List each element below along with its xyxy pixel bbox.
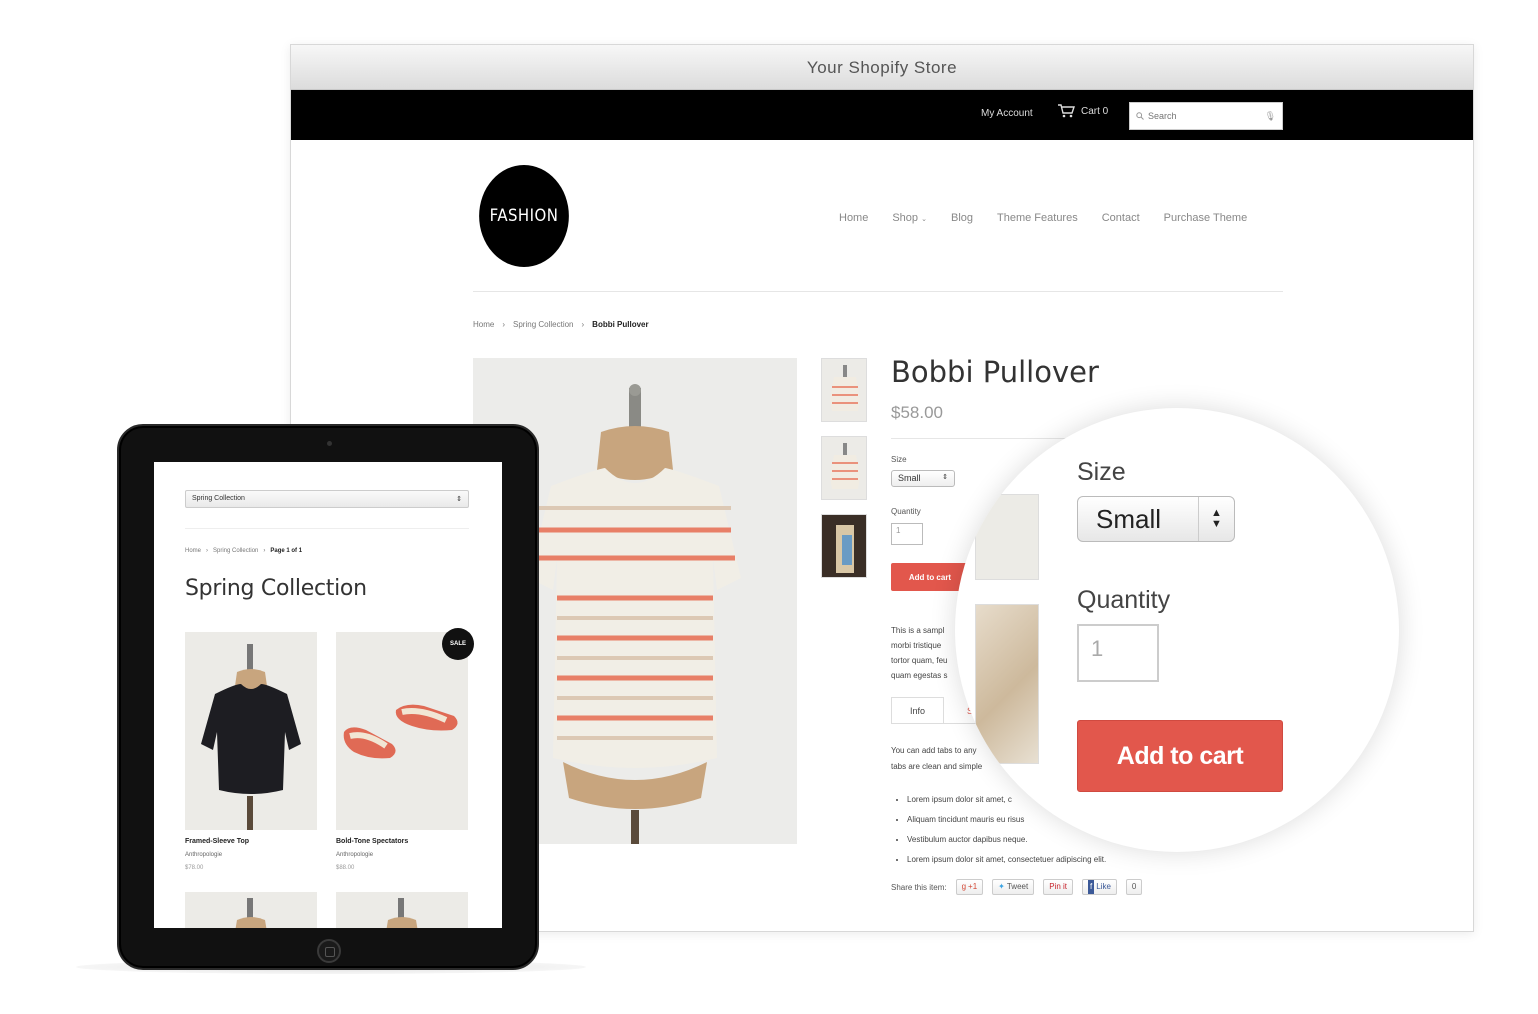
google-plus-icon: g [961, 882, 967, 891]
breadcrumb-separator: › [581, 320, 585, 329]
share-label: Share this item: [891, 882, 947, 892]
cart-icon [1057, 104, 1075, 118]
quantity-input[interactable]: 1 [891, 523, 923, 545]
quantity-label: Quantity [891, 507, 921, 516]
size-label: Size [891, 455, 907, 464]
google-plus-button[interactable]: g +1 [955, 879, 984, 895]
product-price: $58.00 [891, 403, 943, 422]
google-plus-label: +1 [968, 882, 978, 891]
tablet-divider [185, 528, 469, 529]
nav-shop-label: Shop [892, 212, 919, 224]
cart-link[interactable]: Cart 0 [1057, 104, 1108, 118]
nav-contact[interactable]: Contact [1102, 212, 1140, 224]
breadcrumb-collection[interactable]: Spring Collection [513, 320, 573, 329]
tab-info[interactable]: Info [891, 697, 945, 723]
pinterest-label: Pin it [1049, 882, 1067, 891]
collection-select[interactable]: Spring Collection ⇕ [185, 490, 469, 508]
facebook-like-button[interactable]: f Like [1082, 879, 1117, 895]
add-to-cart-button[interactable]: Add to cart [891, 563, 969, 591]
zoom-add-to-cart-button[interactable]: Add to cart [1077, 720, 1283, 792]
product-title: Bobbi Pullover [891, 355, 1099, 389]
tablet-breadcrumb: Home › Spring Collection › Page 1 of 1 [185, 548, 302, 554]
list-item: Lorem ipsum dolor sit amet, consectetuer… [907, 850, 1106, 870]
product-name[interactable]: Framed-Sleeve Top [185, 838, 249, 845]
description-line: quam egestas s [891, 671, 948, 680]
my-account-link[interactable]: My Account [981, 108, 1033, 119]
home-button[interactable] [317, 939, 341, 963]
product-card-image[interactable] [185, 892, 317, 928]
header-divider [473, 291, 1283, 292]
window-title: Your Shopify Store [291, 45, 1473, 90]
zoom-magnifier: Size Small ▲ ▼ Quantity 1 Add to cart [955, 408, 1399, 852]
size-select-value: Small [898, 473, 921, 483]
cart-label: Cart 0 [1081, 105, 1109, 117]
zoom-quantity-input[interactable]: 1 [1077, 624, 1159, 682]
tweet-button[interactable]: ✦ Tweet [992, 879, 1035, 895]
product-thumbnail[interactable] [821, 358, 867, 422]
product-price: $88.00 [336, 865, 355, 871]
sale-badge: SALE [442, 628, 474, 660]
nav-blog[interactable]: Blog [951, 212, 973, 224]
nav-theme-features[interactable]: Theme Features [997, 212, 1078, 224]
select-arrows-icon: ⇕ [942, 474, 948, 481]
zoom-size-value: Small [1096, 503, 1162, 534]
microphone-icon[interactable]: 🎙 [1265, 111, 1276, 122]
breadcrumb-separator: › [502, 320, 506, 329]
breadcrumb-collection[interactable]: Spring Collection [213, 548, 258, 554]
magnified-thumbnail [975, 494, 1039, 580]
list-item: Vestibulum auctor dapibus neque. [907, 830, 1106, 850]
chevron-down-icon: ⌄ [921, 216, 927, 223]
magnified-thumbnail [975, 604, 1039, 764]
camera-icon [327, 441, 332, 446]
product-card-image[interactable] [185, 632, 317, 830]
nav-purchase-theme[interactable]: Purchase Theme [1164, 212, 1248, 224]
product-name[interactable]: Bold-Tone Spectators [336, 838, 408, 845]
pinterest-button[interactable]: Pin it [1043, 879, 1073, 895]
product-brand: Anthropologie [336, 852, 374, 858]
zoom-size-select[interactable]: Small ▲ ▼ [1077, 496, 1235, 542]
twitter-bird-icon: ✦ [998, 882, 1005, 891]
product-thumbnail[interactable] [821, 514, 867, 578]
search-box[interactable]: 🎙 [1129, 102, 1283, 130]
main-navigation: Home Shop ⌄ Blog Theme Features Contact … [839, 212, 1247, 224]
size-select[interactable]: Small ⇕ [891, 470, 955, 487]
zoom-size-label: Size [1077, 458, 1126, 486]
select-arrows-icon: ▲ ▼ [1198, 497, 1234, 541]
store-logo[interactable]: FASHION [479, 165, 569, 267]
like-label: Like [1096, 882, 1111, 891]
breadcrumb-separator: › [206, 548, 209, 554]
tweet-label: Tweet [1006, 882, 1029, 891]
collection-select-value: Spring Collection [192, 495, 245, 502]
product-card-image[interactable] [336, 892, 468, 928]
tablet-screen: Spring Collection ⇕ Home › Spring Collec… [154, 462, 502, 928]
breadcrumb-home[interactable]: Home [185, 548, 201, 554]
product-brand: Anthropologie [185, 852, 223, 858]
search-input[interactable] [1148, 111, 1248, 121]
product-thumbnail[interactable] [821, 436, 867, 500]
search-icon [1136, 107, 1144, 125]
share-bar: Share this item: g +1 ✦ Tweet Pin it f Like… [891, 879, 1143, 895]
nav-shop[interactable]: Shop ⌄ [892, 212, 927, 224]
facebook-icon: f [1088, 880, 1095, 894]
tablet-device: Spring Collection ⇕ Home › Spring Collec… [117, 424, 539, 970]
breadcrumb-separator: › [263, 548, 266, 554]
product-price: $78.00 [185, 865, 204, 871]
breadcrumb: Home › Spring Collection › Bobbi Pullove… [473, 320, 649, 329]
breadcrumb-current: Page 1 of 1 [270, 548, 303, 554]
breadcrumb-home[interactable]: Home [473, 320, 494, 329]
collection-heading: Spring Collection [185, 576, 367, 601]
store-topbar: My Account Cart 0 🎙 [291, 90, 1473, 140]
breadcrumb-current: Bobbi Pullover [592, 320, 649, 329]
like-count: 0 [1125, 879, 1143, 895]
zoom-quantity-label: Quantity [1077, 586, 1171, 614]
nav-home[interactable]: Home [839, 212, 868, 224]
select-arrows-icon: ⇕ [456, 496, 462, 503]
product-card-image[interactable] [336, 632, 468, 830]
